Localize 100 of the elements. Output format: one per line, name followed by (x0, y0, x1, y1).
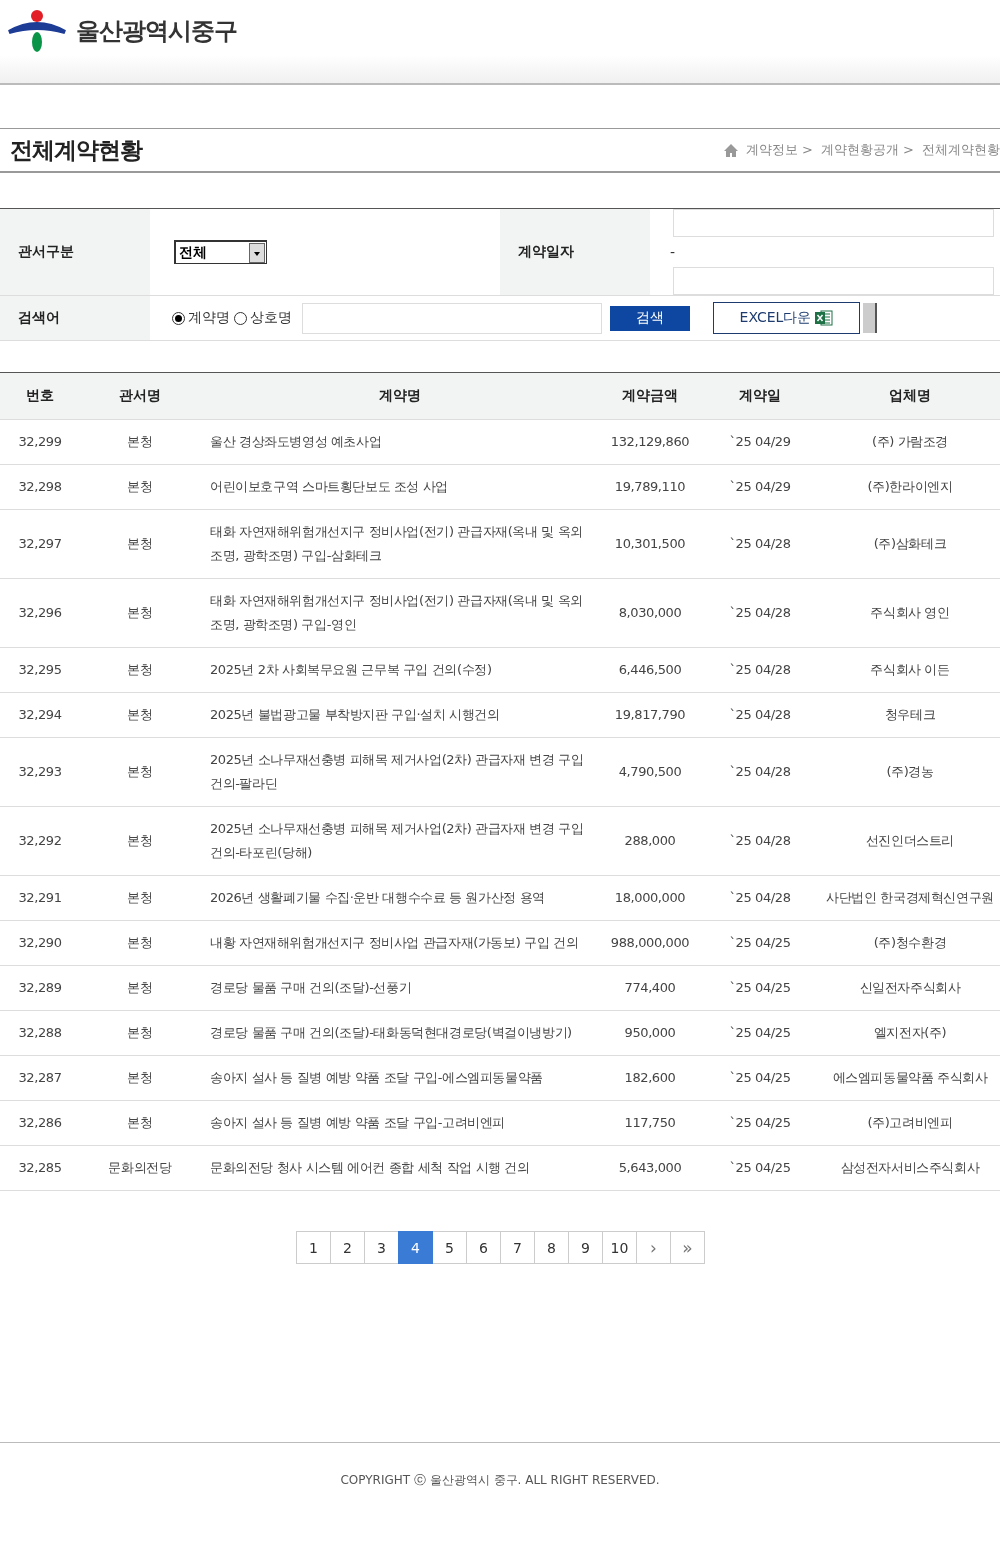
contract-name-cell[interactable]: 태화 자연재해위험개선지구 정비사업(전기) 관급자재(옥내 및 옥외조명, 광학조명) 구입-영인 (200, 578, 600, 648)
contract-date-cell: `25 04/25 (700, 1055, 820, 1101)
company-name-cell: 청우테크 (820, 692, 1000, 738)
last-page-link[interactable]: » (670, 1231, 705, 1264)
contract-name-cell[interactable]: 내황 자연재해위험개선지구 정비사업 관급자재(가동보) 구입 건의 (200, 920, 600, 966)
home-icon[interactable] (723, 143, 738, 157)
page-link[interactable]: 7 (500, 1231, 535, 1264)
company-name-cell: 주식회사 영인 (820, 578, 1000, 648)
end-date-field[interactable] (673, 267, 994, 295)
row-number-cell: 32,286 (0, 1100, 80, 1146)
office-name-cell: 본청 (80, 965, 200, 1011)
row-number-cell: 32,292 (0, 806, 80, 876)
contract-date-cell: `25 04/28 (700, 806, 820, 876)
page-link[interactable]: 8 (534, 1231, 569, 1264)
contract-name-cell[interactable]: 경로당 물품 구매 건의(조달)-선풍기 (200, 965, 600, 1011)
company-name-cell: 에스엠피동물약품 주식회사 (820, 1055, 1000, 1101)
contract-amount-cell: 19,789,110 (600, 464, 700, 510)
company-name-cell: 주식회사 이든 (820, 647, 1000, 693)
contract-name-cell[interactable]: 태화 자연재해위험개선지구 정비사업(전기) 관급자재(옥내 및 옥외조명, 광학조명) 구입-삼화테크 (200, 509, 600, 579)
office-name-cell: 본청 (80, 875, 200, 921)
row-number-cell: 32,299 (0, 419, 80, 465)
spreadsheet-icon (815, 310, 834, 326)
row-number-cell: 32,288 (0, 1010, 80, 1056)
breadcrumb-link[interactable]: 계약현황공개 > (820, 141, 914, 159)
site-name[interactable]: 울산광역시중구 (76, 15, 237, 47)
office-name-cell: 본청 (80, 737, 200, 807)
excel-download-button[interactable]: EXCEL다운 (713, 302, 860, 334)
contract-name-cell[interactable]: 문화의전당 청사 시스템 에어컨 종합 세척 작업 시행 건의 (200, 1145, 600, 1191)
contract-date-cell: `25 04/28 (700, 509, 820, 579)
office-name-cell: 본청 (80, 1100, 200, 1146)
date-separator: - (670, 244, 677, 260)
office-select[interactable]: 전체 (174, 240, 267, 264)
contract-date-cell: `25 04/28 (700, 737, 820, 807)
contract-name-cell[interactable]: 경로당 물품 구매 건의(조달)-태화동덕현대경로당(벽걸이냉방기) (200, 1010, 600, 1056)
row-number-cell: 32,287 (0, 1055, 80, 1101)
radio-icon[interactable] (234, 311, 247, 325)
office-name-cell: 본청 (80, 1055, 200, 1101)
contract-date-cell: `25 04/25 (700, 1100, 820, 1146)
contract-amount-cell: 10,301,500 (600, 509, 700, 579)
field-label: 계약일자 (500, 209, 650, 295)
office-name-cell: 문화의전당 (80, 1145, 200, 1191)
contract-amount-cell: 288,000 (600, 806, 700, 876)
office-name-cell: 본청 (80, 647, 200, 693)
contract-name-cell[interactable]: 송아지 설사 등 질병 예방 약품 조달 구입-고려비엔피 (200, 1100, 600, 1146)
column-header: 계약금액 (600, 373, 700, 420)
column-header: 계약명 (200, 373, 600, 420)
keyword-field[interactable] (302, 302, 602, 334)
column-header: 계약일 (700, 373, 820, 420)
company-name-cell: 선진인더스트리 (820, 806, 1000, 876)
search-button[interactable]: 검색 (610, 305, 690, 331)
contract-amount-cell: 5,643,000 (600, 1145, 700, 1191)
contract-name-cell[interactable]: 어린이보호구역 스마트횡단보도 조성 사업 (200, 464, 600, 510)
page-link[interactable]: 1 (296, 1231, 331, 1264)
company-name-cell: (주)고려비엔피 (820, 1100, 1000, 1146)
office-name-cell: 본청 (80, 419, 200, 465)
company-name-cell: (주)경농 (820, 737, 1000, 807)
contract-date-cell: `25 04/28 (700, 692, 820, 738)
office-name-cell: 본청 (80, 464, 200, 510)
contract-name-cell[interactable]: 송아지 설사 등 질병 예방 약품 조달 구입-에스엠피동물약품 (200, 1055, 600, 1101)
row-number-cell: 32,294 (0, 692, 80, 738)
logo-icon (8, 8, 66, 54)
page-link[interactable]: 2 (330, 1231, 365, 1264)
contract-name-cell[interactable]: 2025년 소나무재선충병 피해목 제거사업(2차) 관급자재 변경 구입 건의-팔라딘 (200, 737, 600, 807)
contract-name-cell[interactable]: 2025년 2차 사회복무요원 근무복 구입 건의(수정) (200, 647, 600, 693)
page-link[interactable]: 6 (466, 1231, 501, 1264)
office-name-cell: 본청 (80, 509, 200, 579)
row-number-cell: 32,290 (0, 920, 80, 966)
contract-date-cell: `25 04/25 (700, 1145, 820, 1191)
contract-amount-cell: 6,446,500 (600, 647, 700, 693)
contract-amount-cell: 182,600 (600, 1055, 700, 1101)
contract-name-cell[interactable]: 2025년 소나무재선충병 피해목 제거사업(2차) 관급자재 변경 구입 건의-타포린(당해) (200, 806, 600, 876)
radio-option[interactable]: 계약명 (172, 309, 230, 327)
company-name-cell: (주)한라이엔지 (820, 464, 1000, 510)
breadcrumb-link[interactable]: 계약정보 > (745, 141, 813, 159)
next-page-link[interactable]: › (636, 1231, 671, 1264)
page-link[interactable]: 10 (602, 1231, 637, 1264)
contract-date-cell: `25 04/25 (700, 920, 820, 966)
row-number-cell: 32,296 (0, 578, 80, 648)
start-date-field[interactable] (673, 209, 994, 237)
page-link[interactable]: 4 (398, 1231, 433, 1264)
office-name-cell: 본청 (80, 920, 200, 966)
contract-date-cell: `25 04/25 (700, 1010, 820, 1056)
company-name-cell: (주)청수환경 (820, 920, 1000, 966)
page-link[interactable]: 9 (568, 1231, 603, 1264)
page-link[interactable]: 3 (364, 1231, 399, 1264)
company-name-cell: 삼성전자서비스주식회사 (820, 1145, 1000, 1191)
contract-date-cell: `25 04/28 (700, 578, 820, 648)
radio-option[interactable]: 상호명 (234, 309, 292, 327)
contract-name-cell[interactable]: 2026년 생활폐기물 수집·운반 대행수수료 등 원가산정 용역 (200, 875, 600, 921)
office-name-cell: 본청 (80, 806, 200, 876)
breadcrumb-link[interactable]: 전체계약현황 (922, 141, 1000, 159)
row-number-cell: 32,291 (0, 875, 80, 921)
scroll-handle[interactable] (863, 303, 877, 333)
row-number-cell: 32,289 (0, 965, 80, 1011)
contract-name-cell[interactable]: 2025년 불법광고물 부착방지판 구입·설치 시행건의 (200, 692, 600, 738)
row-number-cell: 32,298 (0, 464, 80, 510)
contract-name-cell[interactable]: 울산 경상좌도병영성 예초사업 (200, 419, 600, 465)
company-name-cell: 신일전자주식회사 (820, 965, 1000, 1011)
contract-date-cell: `25 04/28 (700, 647, 820, 693)
radio-icon[interactable] (172, 311, 185, 325)
